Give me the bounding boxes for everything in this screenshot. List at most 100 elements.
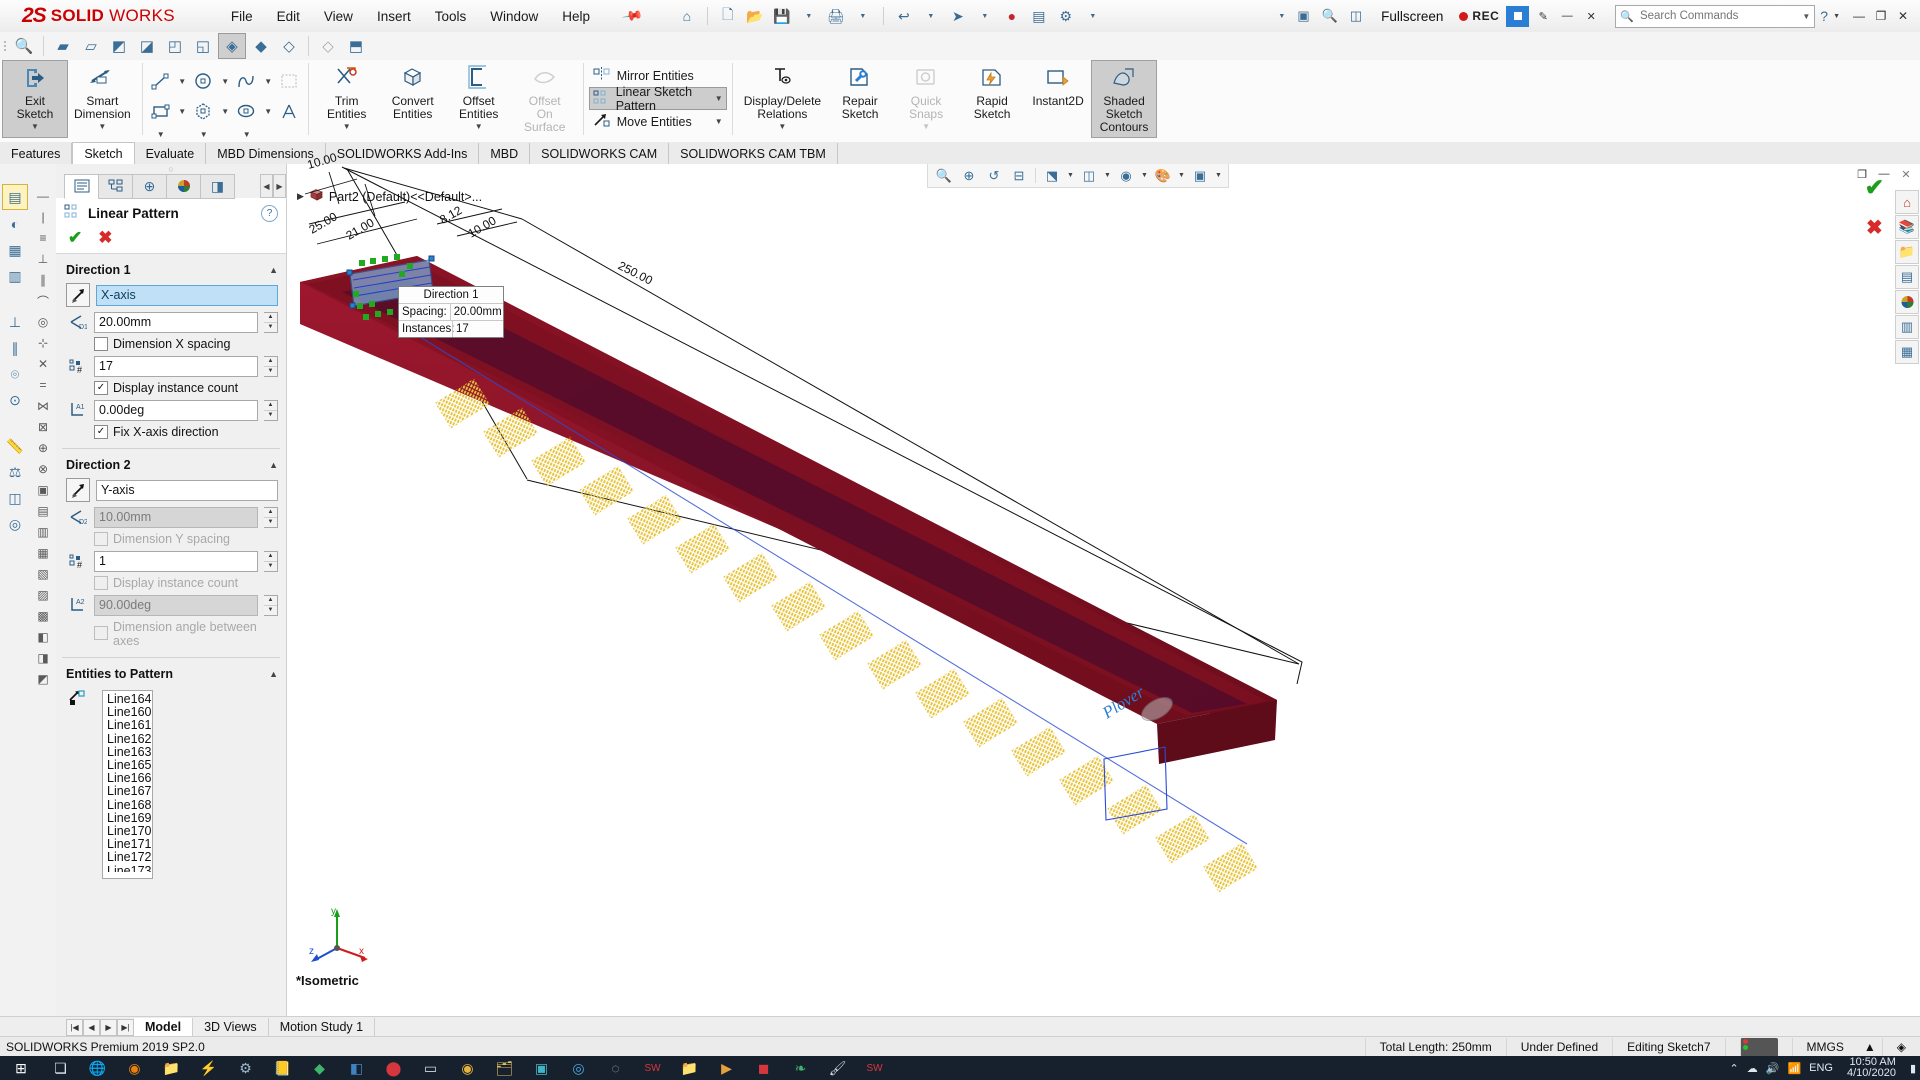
list-item[interactable]: Line167: [107, 785, 152, 798]
bottom-tab-model[interactable]: Model: [134, 1018, 193, 1037]
relation-concentric-icon[interactable]: ◎: [32, 312, 54, 332]
view-front-icon[interactable]: ▰: [50, 34, 76, 58]
entities-collapse-icon[interactable]: ▲: [269, 669, 278, 679]
view-bottom-icon[interactable]: ◱: [190, 34, 216, 58]
smart-dimension-dropdown-icon[interactable]: ▼: [98, 122, 106, 131]
taskbar-app-media-icon[interactable]: ◎: [560, 1056, 597, 1080]
display-manager-icon[interactable]: ▦: [3, 238, 27, 262]
status-units-dropdown-icon[interactable]: ▲: [1858, 1038, 1882, 1057]
taskbar-app-firefox-icon[interactable]: ◉: [116, 1056, 153, 1080]
pm-tab-display-manager-icon[interactable]: [166, 174, 201, 199]
display-delete-relations-button[interactable]: Display/Delete Relations ▼: [738, 60, 827, 137]
menu-item-window[interactable]: Window: [478, 5, 550, 28]
taskbar-app-terminal-icon[interactable]: ▭: [412, 1056, 449, 1080]
record-minimize-icon[interactable]: —: [1557, 6, 1577, 27]
taskbar-app-video-icon[interactable]: ▶: [708, 1056, 745, 1080]
taskbar-clock[interactable]: 10:50 AM 4/10/2020: [1841, 1057, 1902, 1079]
direction2-arrow-icon[interactable]: [66, 478, 90, 502]
relation-more2-icon[interactable]: ▤: [32, 501, 54, 521]
view-palette-icon[interactable]: ▥: [3, 264, 27, 288]
entities-header[interactable]: Entities to Pattern ▲: [56, 662, 286, 685]
relation-more4-icon[interactable]: ▦: [32, 543, 54, 563]
taskbar-app-paint-icon[interactable]: 🖌: [819, 1056, 856, 1080]
taskbar-app-chrome-icon[interactable]: ◉: [449, 1056, 486, 1080]
text-tool-icon[interactable]: [275, 97, 305, 125]
taskbar-app-flash-icon[interactable]: ⚡: [190, 1056, 227, 1080]
convert-entities-button[interactable]: Convert Entities: [380, 60, 446, 137]
relation-pierce-icon[interactable]: ⊗: [32, 459, 54, 479]
taskbar-app-solidworks-active-icon[interactable]: SW: [856, 1056, 893, 1080]
list-item[interactable]: Line162: [107, 733, 152, 746]
record-close-icon[interactable]: ✕: [1581, 6, 1601, 27]
direction2-collapse-icon[interactable]: ▲: [269, 460, 278, 470]
tray-language-label[interactable]: ENG: [1809, 1062, 1833, 1074]
relation-more1-icon[interactable]: ▣: [32, 480, 54, 500]
task-view-icon[interactable]: ❏: [42, 1056, 79, 1080]
help-question-icon[interactable]: ?: [1815, 8, 1833, 24]
move-entities-dropdown-icon[interactable]: ▼: [705, 117, 723, 126]
tab-features[interactable]: Features: [0, 143, 72, 164]
taskbar-app-blue-icon[interactable]: ◧: [338, 1056, 375, 1080]
trim-entities-dropdown-icon[interactable]: ▼: [343, 122, 351, 131]
relation-tool-2-icon[interactable]: ∥: [3, 336, 27, 360]
relation-vertical-icon[interactable]: |: [32, 207, 54, 227]
taskbar-app-edge-icon[interactable]: ◌: [597, 1056, 634, 1080]
tab-solidworks-add-ins[interactable]: SOLIDWORKS Add-Ins: [326, 143, 480, 164]
menu-item-help[interactable]: Help: [550, 5, 602, 28]
pm-tab-dimxpert-icon[interactable]: ◨: [200, 174, 235, 199]
help-dropdown-icon[interactable]: ▼: [1833, 13, 1844, 20]
relation-horizontal-icon[interactable]: —: [32, 186, 54, 206]
taskbar-app-green-icon[interactable]: ◆: [301, 1056, 338, 1080]
pm-tab-feature-manager-icon[interactable]: [64, 174, 99, 199]
view-trimetric-icon[interactable]: ◆: [248, 34, 274, 58]
relation-collinear-icon[interactable]: ≡: [32, 228, 54, 248]
help-icon[interactable]: ?: [261, 205, 278, 222]
relation-coincident-icon[interactable]: ✕: [32, 354, 54, 374]
list-item[interactable]: Line172: [107, 851, 152, 864]
sketch-plane-icon[interactable]: [275, 67, 305, 95]
options-icon[interactable]: ⚙: [1054, 5, 1078, 27]
direction1-spacing-stepper[interactable]: ▲▼: [264, 312, 278, 333]
line-tool-icon[interactable]: [146, 67, 176, 95]
view-left-icon[interactable]: ◩: [106, 34, 132, 58]
entities-select-icon[interactable]: [66, 688, 88, 710]
search-dropdown-icon[interactable]: ▼: [1802, 12, 1810, 21]
line-dropdown-icon[interactable]: ▼: [176, 67, 189, 95]
tab-nav-prev-icon[interactable]: ◀: [83, 1019, 100, 1036]
polygon-dropdown-icon[interactable]: ▼: [219, 97, 232, 125]
tray-volume-icon[interactable]: 🔊: [1766, 1062, 1780, 1075]
tab-sketch[interactable]: Sketch: [72, 142, 134, 165]
mirror-entities-button[interactable]: Mirror Entities: [589, 65, 727, 86]
relation-more10-icon[interactable]: ◩: [32, 669, 54, 689]
model-viewport[interactable]: Plover: [287, 164, 1920, 1016]
measure-icon[interactable]: 📏: [3, 434, 27, 458]
direction2-header[interactable]: Direction 2 ▲: [56, 453, 286, 476]
search-toggle-icon[interactable]: 🔍: [1317, 6, 1343, 26]
direction1-dimension-spacing-checkbox[interactable]: [94, 337, 108, 351]
print-dropdown-icon[interactable]: ▼: [851, 5, 875, 27]
direction1-display-count-row[interactable]: ✓ Display instance count: [56, 379, 286, 397]
cancel-button[interactable]: ✖: [98, 228, 112, 248]
tab-mbd[interactable]: MBD: [479, 143, 530, 164]
file-properties-icon[interactable]: ▤: [1027, 5, 1051, 27]
display-style-icon[interactable]: ⬒: [343, 34, 369, 58]
linear-sketch-pattern-button[interactable]: Linear Sketch Pattern ▼: [589, 87, 727, 110]
save-icon[interactable]: 💾: [770, 5, 794, 27]
offset-entities-button[interactable]: Offset Entities ▼: [446, 60, 512, 137]
direction1-axis-value[interactable]: X-axis: [96, 285, 278, 306]
view-back-icon[interactable]: ▱: [78, 34, 104, 58]
relation-symmetric-icon[interactable]: ⋈: [32, 396, 54, 416]
direction-arrow-icon[interactable]: [66, 283, 90, 307]
trim-entities-button[interactable]: Trim Entities ▼: [314, 60, 380, 137]
taskbar-app-browser-icon[interactable]: 🌐: [79, 1056, 116, 1080]
offset-entities-dropdown-icon[interactable]: ▼: [475, 122, 483, 131]
relation-more8-icon[interactable]: ◧: [32, 627, 54, 647]
direction1-callout[interactable]: Direction 1 Spacing: 20.00mm Instances: …: [398, 286, 504, 338]
direction2-axis-value[interactable]: Y-axis: [96, 480, 278, 501]
fullscreen-label[interactable]: Fullscreen: [1367, 9, 1457, 24]
accept-button[interactable]: ✔: [68, 228, 82, 248]
relation-more9-icon[interactable]: ◨: [32, 648, 54, 668]
relation-more3-icon[interactable]: ▥: [32, 522, 54, 542]
direction1-fix-direction-row[interactable]: ✓ Fix X-axis direction: [56, 423, 286, 441]
zoom-to-fit-icon[interactable]: 🔍: [11, 34, 37, 58]
